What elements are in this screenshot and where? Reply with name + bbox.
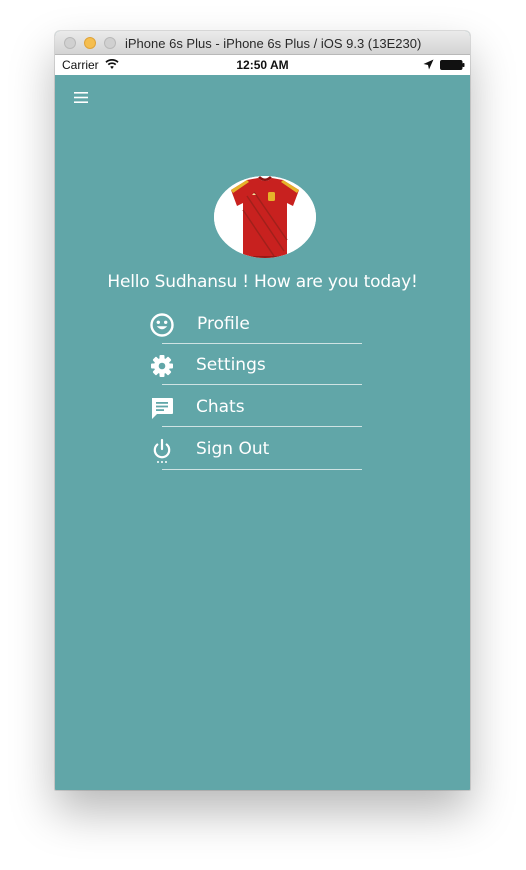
zoom-window-button[interactable] [104,37,116,49]
hamburger-icon [74,92,88,103]
minimize-window-button[interactable] [84,37,96,49]
status-bar: Carrier 12:50 AM [55,55,470,75]
window-titlebar: iPhone 6s Plus - iPhone 6s Plus / iOS 9.… [55,31,470,55]
menu-item-label: Profile [197,314,250,334]
close-window-button[interactable] [64,37,76,49]
chat-icon [152,398,173,419]
menu-toggle-button[interactable] [67,87,95,109]
avatar[interactable] [214,176,316,258]
location-arrow-icon [423,59,434,70]
menu-item-label: Sign Out [196,439,270,459]
power-icon [153,438,171,463]
battery-icon [440,60,465,70]
menu-divider [162,343,362,344]
greeting-text: Hello Sudhansu ! How are you today! [107,272,418,292]
menu-divider [162,426,362,427]
menu-item-label: Settings [196,355,266,375]
menu-item-label: Chats [196,397,245,417]
menu-item-settings[interactable]: Settings [145,346,375,386]
window-title: iPhone 6s Plus - iPhone 6s Plus / iOS 9.… [125,36,422,51]
menu-divider [162,469,362,470]
menu-item-profile[interactable]: Profile [145,305,375,345]
status-time: 12:50 AM [236,58,289,72]
menu-divider [162,384,362,385]
smiley-icon [150,313,174,337]
menu-item-sign-out[interactable]: Sign Out [145,430,375,470]
jersey-image [214,176,316,258]
gear-icon [151,355,173,377]
menu-item-chats[interactable]: Chats [145,388,375,428]
simulator-window: iPhone 6s Plus - iPhone 6s Plus / iOS 9.… [55,31,470,790]
